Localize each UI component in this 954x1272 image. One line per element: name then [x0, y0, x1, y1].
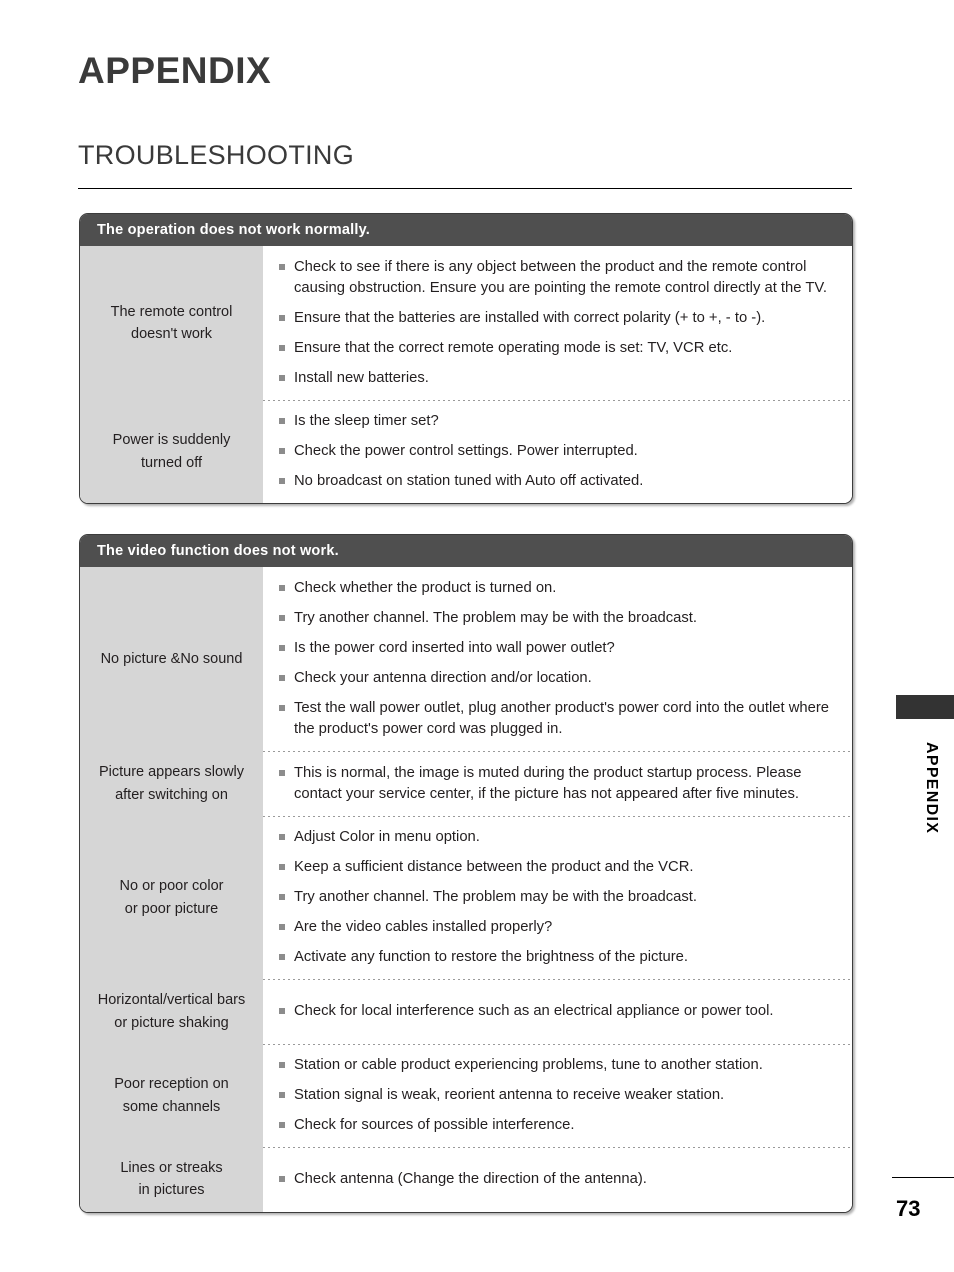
- list-item: Station signal is weak, reorient antenna…: [277, 1085, 838, 1106]
- list-item: This is normal, the image is muted durin…: [277, 763, 838, 805]
- symptom-label-cell: Picture appears slowly after switching on: [80, 751, 263, 817]
- list-item: Are the video cables installed properly?: [277, 917, 838, 938]
- symptom-label-line: turned off: [140, 454, 202, 471]
- list-item: Try another channel. The problem may be …: [277, 608, 838, 629]
- list-item: Activate any function to restore the bri…: [277, 947, 838, 968]
- symptom-label-line: Poor reception on: [114, 1076, 229, 1093]
- symptom-label-line: Picture appears slowly: [98, 764, 245, 781]
- symptom-label-cell: Horizontal/vertical bars or picture shaki…: [80, 979, 263, 1044]
- solution-list: Is the sleep timer set? Check the power c…: [277, 411, 838, 492]
- solution-cell: Adjust Color in menu option. Keep a suffi…: [263, 816, 852, 979]
- page-title: APPENDIX: [78, 50, 272, 91]
- table-row: Poor reception on some channels Station or…: [80, 1044, 852, 1147]
- list-item: Is the power cord inserted into wall pow…: [277, 638, 838, 659]
- solution-cell: Check antenna (Change the direction of t…: [263, 1147, 852, 1212]
- solution-cell: Station or cable product experiencing pr…: [263, 1044, 852, 1147]
- list-item: Try another channel. The problem may be …: [277, 887, 838, 908]
- symptom-label-cell: The remote control doesn't work: [80, 246, 263, 401]
- solution-cell: Check for local interference such as an …: [263, 979, 852, 1044]
- symptom-label-line: in pictures: [138, 1182, 205, 1199]
- symptom-label-cell: No or poor color or poor picture: [80, 816, 263, 980]
- table-row: Picture appears slowly after switching on…: [80, 751, 852, 817]
- symptom-label-line: The remote control: [110, 303, 233, 320]
- solution-list: Check to see if there is any object betw…: [277, 257, 838, 389]
- footer-divider: [892, 1177, 954, 1178]
- side-tab-label: APPENDIX: [923, 742, 940, 835]
- table-row: No or poor color or poor picture Adjust Co…: [80, 816, 852, 980]
- symptom-label-line: No or poor color: [119, 878, 224, 895]
- symptom-label-cell: Lines or streaks in pictures: [80, 1147, 263, 1212]
- list-item: Check antenna (Change the direction of t…: [277, 1169, 838, 1190]
- list-item: Check for sources of possible interferen…: [277, 1115, 838, 1136]
- table-header-title: The operation does not work normally.: [80, 214, 852, 247]
- symptom-label-cell: No picture &No sound: [80, 567, 263, 752]
- symptom-label-line: No picture &No sound: [100, 650, 243, 667]
- list-item: Check the power control settings. Power …: [277, 441, 838, 462]
- symptom-label-cell: Poor reception on some channels: [80, 1044, 263, 1147]
- symptom-label-line: or poor picture: [124, 900, 219, 917]
- list-item: Ensure that the correct remote operating…: [277, 338, 838, 359]
- list-item: Test the wall power outlet, plug another…: [277, 698, 838, 740]
- table-row: Horizontal/vertical bars or picture shaki…: [80, 979, 852, 1044]
- solution-list: Check antenna (Change the direction of t…: [277, 1169, 838, 1190]
- solution-list: Check for local interference such as an …: [277, 1001, 838, 1022]
- heading-divider: [78, 188, 852, 189]
- list-item: Check to see if there is any object betw…: [277, 257, 838, 299]
- list-item: Is the sleep timer set?: [277, 411, 838, 432]
- solution-list: Station or cable product experiencing pr…: [277, 1055, 838, 1136]
- solution-list: Check whether the product is turned on. T…: [277, 578, 838, 740]
- solution-cell: Check to see if there is any object betw…: [263, 246, 852, 400]
- list-item: Check for local interference such as an …: [277, 1001, 838, 1022]
- table-body: No picture &No sound Check whether the pr…: [80, 567, 852, 1212]
- symptom-label-line: some channels: [122, 1098, 221, 1115]
- table-row: Lines or streaks in pictures Check antenna…: [80, 1147, 852, 1212]
- document-page: APPENDIX TROUBLESHOOTING The operation d…: [0, 0, 954, 1272]
- symptom-label-line: Lines or streaks: [120, 1160, 223, 1176]
- list-item: Check whether the product is turned on.: [277, 578, 838, 599]
- list-item: Keep a sufficient distance between the p…: [277, 857, 838, 878]
- solution-cell: Check whether the product is turned on. T…: [263, 567, 852, 751]
- table-row: The remote control doesn't work Check to s…: [80, 246, 852, 401]
- symptom-label-line: Horizontal/vertical bars: [97, 992, 246, 1009]
- list-item: Ensure that the batteries are installed …: [277, 308, 838, 329]
- list-item: Install new batteries.: [277, 368, 838, 389]
- table-row: Power is suddenly turned off Is the sleep …: [80, 400, 852, 504]
- troubleshooting-table-video: The video function does not work. No pic…: [79, 534, 853, 1213]
- symptom-label-line: after switching on: [115, 786, 228, 803]
- table-header-title: The video function does not work.: [80, 535, 852, 568]
- symptom-label-line: or picture shaking: [114, 1014, 229, 1031]
- solution-cell: This is normal, the image is muted durin…: [263, 751, 852, 816]
- section-heading: TROUBLESHOOTING: [78, 140, 355, 170]
- solution-list: This is normal, the image is muted durin…: [277, 763, 838, 805]
- list-item: Station or cable product experiencing pr…: [277, 1055, 838, 1076]
- symptom-label-line: Power is suddenly: [112, 432, 231, 449]
- solution-list: Adjust Color in menu option. Keep a suffi…: [277, 827, 838, 968]
- page-number: 73: [896, 1196, 921, 1221]
- list-item: Adjust Color in menu option.: [277, 827, 838, 848]
- list-item: No broadcast on station tuned with Auto …: [277, 471, 838, 492]
- list-item: Check your antenna direction and/or loca…: [277, 668, 838, 689]
- table-row: No picture &No sound Check whether the pr…: [80, 567, 852, 752]
- symptom-label-line: doesn't work: [131, 326, 212, 343]
- symptom-label-cell: Power is suddenly turned off: [80, 400, 263, 504]
- troubleshooting-table-operation: The operation does not work normally. Th…: [79, 213, 853, 505]
- solution-cell: Is the sleep timer set? Check the power c…: [263, 400, 852, 503]
- side-tab-marker: [896, 695, 954, 719]
- table-body: The remote control doesn't work Check to s…: [80, 246, 852, 504]
